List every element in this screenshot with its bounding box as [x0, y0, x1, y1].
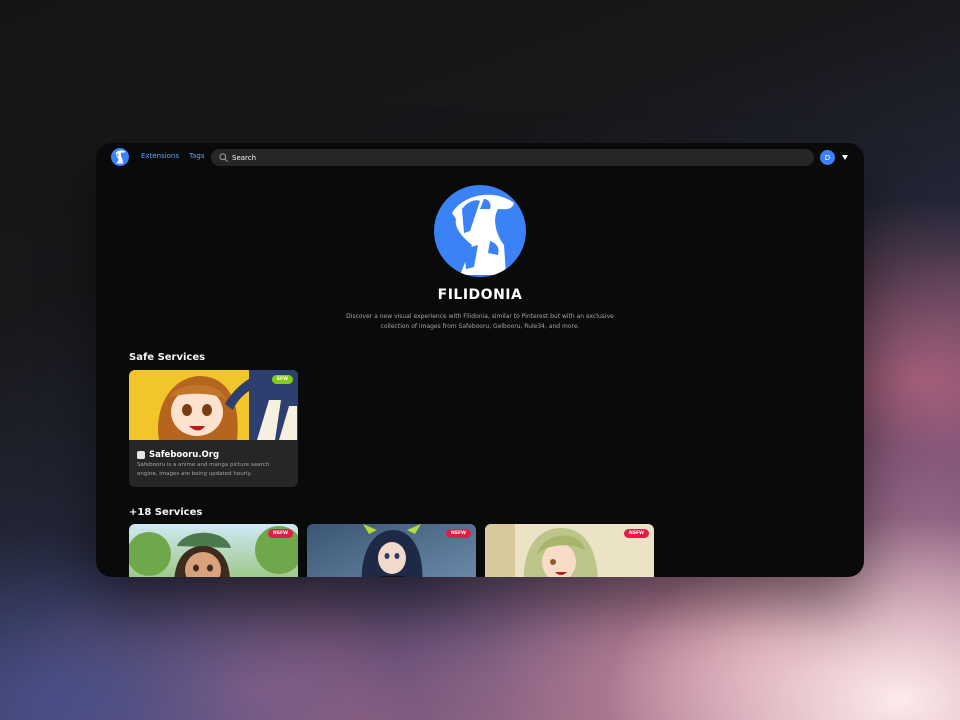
service-thumbnail: SFW — [129, 370, 298, 440]
service-thumbnail: NSFW — [129, 524, 298, 577]
search-icon — [219, 153, 228, 162]
section-title-nsfw: +18 Services — [129, 507, 203, 518]
favicon-icon — [137, 451, 145, 459]
tagline: Discover a new visual experience with Fi… — [346, 313, 614, 330]
card-title-row: Safebooru.Org — [137, 450, 219, 460]
brand-title: FILIDONIA — [437, 287, 523, 303]
app-window: Extensions Tags D FILIDONIA Discover a n… — [96, 143, 864, 577]
avatar[interactable]: D — [820, 150, 835, 165]
navbar: Extensions Tags D — [96, 143, 864, 171]
service-card-nsfw-3[interactable]: NSFW — [485, 524, 654, 577]
chevron-down-icon[interactable] — [842, 155, 848, 160]
search-bar[interactable] — [211, 149, 814, 166]
hero-logo — [434, 185, 526, 277]
nav-link-tags[interactable]: Tags — [189, 152, 205, 160]
app-logo-icon[interactable] — [111, 148, 129, 166]
card-title: Safebooru.Org — [149, 450, 220, 460]
search-input[interactable] — [232, 151, 792, 164]
nsfw-badge: NSFW — [445, 529, 471, 538]
service-card-safebooru[interactable]: SFW Safebooru.Org Safebooru is a anime a… — [129, 370, 298, 487]
card-description: Safebooru is a anime and manga picture s… — [137, 462, 270, 477]
sfw-badge: SFW — [271, 375, 293, 384]
service-card-nsfw-2[interactable]: NSFW — [307, 524, 476, 577]
nsfw-badge: NSFW — [623, 529, 649, 538]
service-card-nsfw-1[interactable]: NSFW — [129, 524, 298, 577]
section-title-safe: Safe Services — [129, 352, 206, 363]
nav-link-extensions[interactable]: Extensions — [141, 152, 179, 160]
nsfw-badge: NSFW — [267, 529, 293, 538]
service-thumbnail: NSFW — [307, 524, 476, 577]
service-thumbnail: NSFW — [485, 524, 654, 577]
